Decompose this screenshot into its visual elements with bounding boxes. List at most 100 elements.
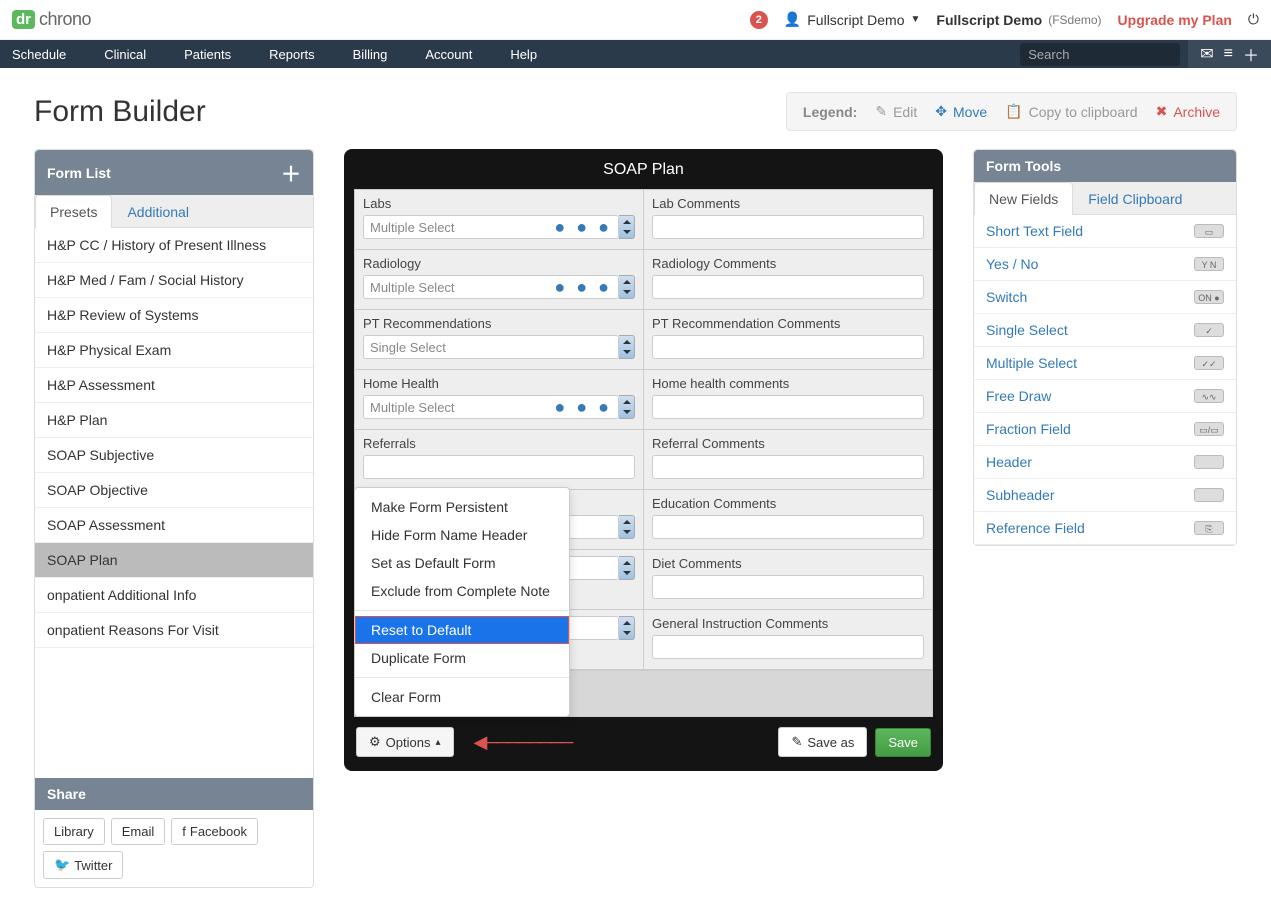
form-list-panel: Form List ＋ Presets Additional H&P CC / … (34, 149, 314, 888)
text-input[interactable] (652, 455, 924, 479)
form-list-item[interactable]: SOAP Plan (35, 543, 313, 578)
form-list-item[interactable]: SOAP Assessment (35, 508, 313, 543)
form-list-item[interactable]: onpatient Reasons For Visit (35, 613, 313, 648)
tool-item[interactable]: Yes / NoY N (974, 248, 1236, 281)
field-cell[interactable]: Home HealthMultiple Select● ● ● (355, 370, 644, 429)
tool-item[interactable]: Fraction Field▭/▭ (974, 413, 1236, 446)
share-facebook-button[interactable]: fFacebook (171, 818, 258, 845)
options-menu-item[interactable]: Duplicate Form (355, 644, 569, 672)
page-title: Form Builder (34, 95, 206, 129)
power-icon[interactable]: ⏻ (1248, 11, 1259, 28)
tab-new-fields[interactable]: New Fields (974, 182, 1073, 215)
text-input[interactable] (652, 515, 924, 539)
form-list-item[interactable]: H&P CC / History of Present Illness (35, 228, 313, 263)
select-input[interactable]: Single Select (363, 335, 619, 359)
share-twitter-button[interactable]: 🐦Twitter (43, 851, 123, 879)
field-cell[interactable]: General Instruction Comments (644, 610, 932, 669)
select-input[interactable]: Multiple Select● ● ● (363, 215, 619, 239)
stepper-control[interactable] (619, 215, 635, 239)
field-cell[interactable]: Referral Comments (644, 430, 932, 489)
nav-help[interactable]: Help (510, 47, 557, 62)
options-menu-item[interactable]: Exclude from Complete Note (355, 577, 569, 605)
tool-item[interactable]: Short Text Field▭ (974, 215, 1236, 248)
form-list-item[interactable]: SOAP Objective (35, 473, 313, 508)
field-cell[interactable]: Radiology Comments (644, 250, 932, 309)
tool-item[interactable]: Single Select✓ (974, 314, 1236, 347)
tool-label: Reference Field (986, 520, 1085, 536)
text-input[interactable] (652, 215, 924, 239)
options-menu-item[interactable]: Clear Form (355, 683, 569, 711)
brand-logo[interactable]: dr chrono (12, 9, 91, 30)
share-library-button[interactable]: Library (43, 818, 105, 845)
text-input[interactable] (652, 575, 924, 599)
tool-label: Subheader (986, 487, 1055, 503)
field-cell[interactable]: Referrals (355, 430, 644, 489)
field-label: Lab Comments (652, 196, 924, 211)
options-menu-item[interactable]: Set as Default Form (355, 549, 569, 577)
text-input[interactable] (363, 455, 635, 479)
select-input[interactable]: Multiple Select● ● ● (363, 395, 619, 419)
field-cell[interactable]: Education Comments (644, 490, 932, 549)
nav-schedule[interactable]: Schedule (12, 47, 86, 62)
nav-patients[interactable]: Patients (184, 47, 251, 62)
field-cell[interactable]: Diet Comments (644, 550, 932, 609)
stepper-control[interactable] (619, 275, 635, 299)
field-cell[interactable]: PT Recommendation Comments (644, 310, 932, 369)
add-form-button[interactable]: ＋ (281, 158, 301, 187)
field-cell[interactable]: Home health comments (644, 370, 932, 429)
field-cell[interactable]: LabsMultiple Select● ● ● (355, 190, 644, 249)
stepper-control[interactable] (619, 335, 635, 359)
save-button[interactable]: Save (875, 728, 931, 757)
form-list-item[interactable]: H&P Plan (35, 403, 313, 438)
tool-item[interactable]: SwitchON ● (974, 281, 1236, 314)
select-input[interactable]: Multiple Select● ● ● (363, 275, 619, 299)
stepper-control[interactable] (619, 616, 635, 640)
form-list-item[interactable]: H&P Med / Fam / Social History (35, 263, 313, 298)
tool-item[interactable]: Free Draw∿∿ (974, 380, 1236, 413)
form-list-item[interactable]: onpatient Additional Info (35, 578, 313, 613)
text-input[interactable] (652, 275, 924, 299)
text-input[interactable] (652, 635, 924, 659)
field-cell[interactable]: PT RecommendationsSingle Select (355, 310, 644, 369)
tab-presets[interactable]: Presets (35, 195, 112, 228)
tool-item[interactable]: Reference Field⎘ (974, 512, 1236, 545)
nav-reports[interactable]: Reports (269, 47, 335, 62)
field-cell[interactable]: Lab Comments (644, 190, 932, 249)
stepper-control[interactable] (619, 556, 635, 580)
form-list-item[interactable]: H&P Review of Systems (35, 298, 313, 333)
options-menu-item[interactable]: Hide Form Name Header (355, 521, 569, 549)
options-button[interactable]: ⚙ Options ▴ (356, 727, 454, 757)
legend-label: Legend: (803, 104, 857, 120)
text-input[interactable] (652, 335, 924, 359)
user-menu-1[interactable]: 👤 Fullscript Demo ▼ (784, 11, 921, 28)
upgrade-link[interactable]: Upgrade my Plan (1118, 12, 1232, 28)
nav-clinical[interactable]: Clinical (104, 47, 166, 62)
search-input[interactable] (1020, 43, 1180, 66)
tool-item[interactable]: Multiple Select✓✓ (974, 347, 1236, 380)
user-menu-2[interactable]: Fullscript Demo (FSdemo) (936, 12, 1101, 28)
plus-icon[interactable]: ＋ (1243, 42, 1259, 66)
text-input[interactable] (652, 395, 924, 419)
stepper-control[interactable] (619, 515, 635, 539)
options-menu-item[interactable]: Make Form Persistent (355, 493, 569, 521)
stepper-control[interactable] (619, 395, 635, 419)
form-list-item[interactable]: SOAP Subjective (35, 438, 313, 473)
field-cell[interactable]: RadiologyMultiple Select● ● ● (355, 250, 644, 309)
menu-icon[interactable]: ≡ (1224, 45, 1233, 63)
options-menu-item[interactable]: Reset to Default (355, 616, 569, 644)
share-email-button[interactable]: Email (111, 818, 166, 845)
notification-badge[interactable]: 2 (750, 11, 768, 29)
tool-item[interactable]: Header (974, 446, 1236, 479)
tool-glyph-icon: ∿∿ (1194, 389, 1224, 403)
mail-icon[interactable]: ✉ (1200, 44, 1213, 64)
tool-label: Short Text Field (986, 223, 1083, 239)
tab-field-clipboard[interactable]: Field Clipboard (1073, 182, 1197, 215)
nav-account[interactable]: Account (425, 47, 492, 62)
tab-additional[interactable]: Additional (112, 195, 204, 228)
form-list-item[interactable]: H&P Physical Exam (35, 333, 313, 368)
save-as-button[interactable]: ✎ Save as (778, 727, 867, 757)
form-list-item[interactable]: H&P Assessment (35, 368, 313, 403)
pencil-icon: ✎ (875, 103, 887, 120)
tool-item[interactable]: Subheader (974, 479, 1236, 512)
nav-billing[interactable]: Billing (353, 47, 408, 62)
